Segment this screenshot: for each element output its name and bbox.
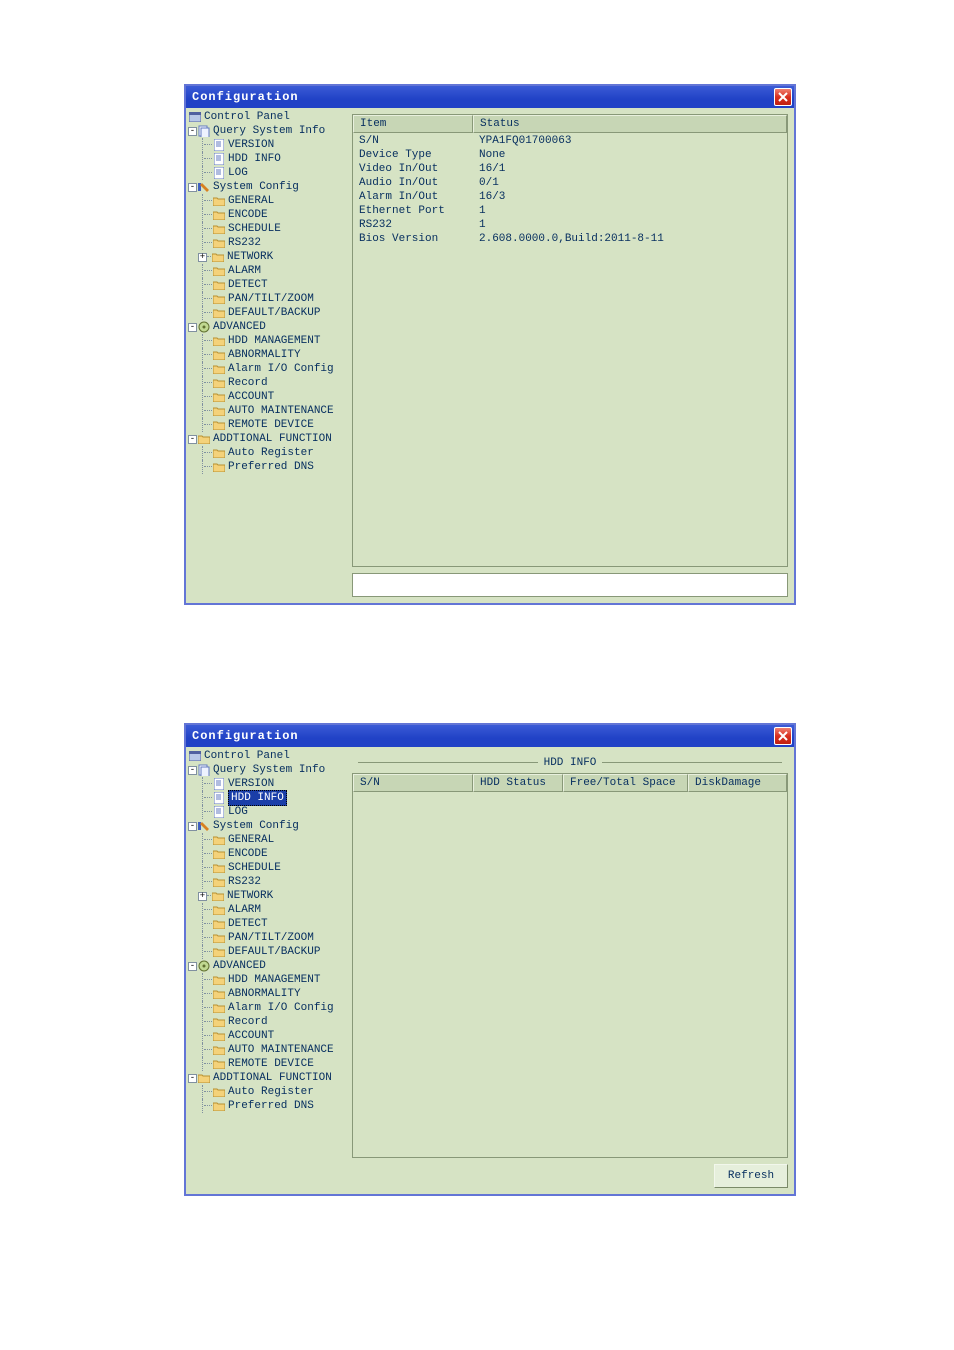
collapse-icon[interactable]: - [188, 323, 197, 332]
collapse-icon[interactable]: - [188, 822, 197, 831]
window-title: Configuration [188, 90, 299, 104]
tree-item-encode[interactable]: ENCODE [188, 208, 346, 222]
tree-query-system-info[interactable]: -Query System Info [188, 763, 346, 777]
tree-root[interactable]: Control Panel [188, 749, 346, 763]
navigation-tree[interactable]: Control Panel - Query System Info VERSIO… [186, 108, 346, 603]
column-item[interactable]: Item [353, 115, 473, 133]
tree-item-general[interactable]: GENERAL [188, 194, 346, 208]
tree-additional-function[interactable]: -ADDTIONAL FUNCTION [188, 1071, 346, 1085]
tree-item-remote-device[interactable]: REMOTE DEVICE [188, 418, 346, 432]
tree-item-ptz[interactable]: PAN/TILT/ZOOM [188, 931, 346, 945]
table-header: S/N HDD Status Free/Total Space DiskDama… [353, 774, 787, 792]
tree-item-version[interactable]: VERSION [188, 777, 346, 791]
section-title: HDD INFO [544, 757, 597, 769]
tree-item-default-backup[interactable]: DEFAULT/BACKUP [188, 306, 346, 320]
tree-item-hdd-management[interactable]: HDD MANAGEMENT [188, 334, 346, 348]
column-free-total[interactable]: Free/Total Space [563, 774, 688, 792]
tree-item-general[interactable]: GENERAL [188, 833, 346, 847]
column-diskdamage[interactable]: DiskDamage [688, 774, 787, 792]
collapse-icon[interactable]: - [188, 183, 197, 192]
tree-additional-function[interactable]: -ADDTIONAL FUNCTION [188, 432, 346, 446]
content-pane-hdd: HDD INFO S/N HDD Status Free/Total Space… [346, 747, 794, 1194]
tree-item-abnormality[interactable]: ABNORMALITY [188, 348, 346, 362]
tree-item-rs232[interactable]: RS232 [188, 875, 346, 889]
table-row[interactable]: Bios Version2.608.0000.0,Build:2011-8-11 [353, 233, 787, 247]
tree-item-log[interactable]: LOG [188, 805, 346, 819]
close-icon [778, 92, 788, 102]
refresh-button[interactable]: Refresh [714, 1164, 788, 1188]
tree-item-default-backup[interactable]: DEFAULT/BACKUP [188, 945, 346, 959]
tree-item-encode[interactable]: ENCODE [188, 847, 346, 861]
tree-item-preferred-dns[interactable]: Preferred DNS [188, 460, 346, 474]
table-row[interactable]: Audio In/Out0/1 [353, 177, 787, 191]
tree-item-detect[interactable]: DETECT [188, 917, 346, 931]
tree-item-record[interactable]: Record [188, 376, 346, 390]
column-sn[interactable]: S/N [353, 774, 473, 792]
tree-item-network[interactable]: +NETWORK [188, 250, 346, 264]
tree-item-hdd-info[interactable]: HDD INFO [188, 152, 346, 166]
tree-item-alarm-io[interactable]: Alarm I/O Config [188, 1001, 346, 1015]
table-row[interactable]: Device TypeNone [353, 149, 787, 163]
section-title-row: HDD INFO [352, 757, 788, 769]
table-row[interactable]: Ethernet Port1 [353, 205, 787, 219]
title-bar[interactable]: Configuration [186, 86, 794, 108]
column-hdd-status[interactable]: HDD Status [473, 774, 563, 792]
table-row[interactable]: Video In/Out16/1 [353, 163, 787, 177]
tree-system-config[interactable]: -System Config [188, 180, 346, 194]
tree-item-abnormality[interactable]: ABNORMALITY [188, 987, 346, 1001]
navigation-tree[interactable]: Control Panel -Query System Info VERSION… [186, 747, 346, 1194]
collapse-icon[interactable]: - [188, 962, 197, 971]
collapse-icon[interactable]: - [188, 127, 197, 136]
tree-item-version[interactable]: VERSION [188, 138, 346, 152]
tree-item-hdd-info[interactable]: HDD INFO [188, 791, 346, 805]
tree-item-log[interactable]: LOG [188, 166, 346, 180]
collapse-icon[interactable]: - [188, 435, 197, 444]
close-button[interactable] [774, 727, 792, 745]
table-row[interactable]: Alarm In/Out16/3 [353, 191, 787, 205]
close-button[interactable] [774, 88, 792, 106]
tree-advanced[interactable]: -ADVANCED [188, 320, 346, 334]
tree-item-remote-device[interactable]: REMOTE DEVICE [188, 1057, 346, 1071]
tree-item-schedule[interactable]: SCHEDULE [188, 861, 346, 875]
table-row[interactable]: S/NYPA1FQ01700063 [353, 135, 787, 149]
tree-item-preferred-dns[interactable]: Preferred DNS [188, 1099, 346, 1113]
tree-advanced[interactable]: -ADVANCED [188, 959, 346, 973]
tree-system-config[interactable]: -System Config [188, 819, 346, 833]
version-table: Item Status S/NYPA1FQ01700063 Device Typ… [352, 114, 788, 567]
collapse-icon[interactable]: - [188, 1074, 197, 1083]
tree-item-alarm[interactable]: ALARM [188, 903, 346, 917]
title-bar[interactable]: Configuration [186, 725, 794, 747]
tree-item-alarm-io[interactable]: Alarm I/O Config [188, 362, 346, 376]
content-pane-version: Item Status S/NYPA1FQ01700063 Device Typ… [346, 108, 794, 603]
tree-item-auto-register[interactable]: Auto Register [188, 1085, 346, 1099]
tree-item-ptz[interactable]: PAN/TILT/ZOOM [188, 292, 346, 306]
tree-item-rs232[interactable]: RS232 [188, 236, 346, 250]
column-status[interactable]: Status [473, 115, 787, 133]
tree-item-detect[interactable]: DETECT [188, 278, 346, 292]
expand-icon[interactable]: + [198, 892, 207, 901]
close-icon [778, 731, 788, 741]
tree-item-auto-register[interactable]: Auto Register [188, 446, 346, 460]
configuration-window-version: Configuration Control Panel - Query Syst… [184, 84, 796, 605]
expand-icon[interactable]: + [198, 253, 207, 262]
hdd-table: S/N HDD Status Free/Total Space DiskDama… [352, 773, 788, 1158]
tree-item-alarm[interactable]: ALARM [188, 264, 346, 278]
tree-query-system-info[interactable]: - Query System Info [188, 124, 346, 138]
status-input[interactable] [352, 573, 788, 597]
table-row[interactable]: RS2321 [353, 219, 787, 233]
tree-item-record[interactable]: Record [188, 1015, 346, 1029]
tree-item-account[interactable]: ACCOUNT [188, 390, 346, 404]
window-title: Configuration [188, 729, 299, 743]
tree-item-network[interactable]: +NETWORK [188, 889, 346, 903]
tree-root[interactable]: Control Panel [188, 110, 346, 124]
tree-item-account[interactable]: ACCOUNT [188, 1029, 346, 1043]
tree-item-auto-maintenance[interactable]: AUTO MAINTENANCE [188, 1043, 346, 1057]
collapse-icon[interactable]: - [188, 766, 197, 775]
configuration-window-hddinfo: Configuration Control Panel -Query Syste… [184, 723, 796, 1196]
tree-item-schedule[interactable]: SCHEDULE [188, 222, 346, 236]
tree-item-auto-maintenance[interactable]: AUTO MAINTENANCE [188, 404, 346, 418]
table-header: Item Status [353, 115, 787, 133]
tree-item-hdd-management[interactable]: HDD MANAGEMENT [188, 973, 346, 987]
